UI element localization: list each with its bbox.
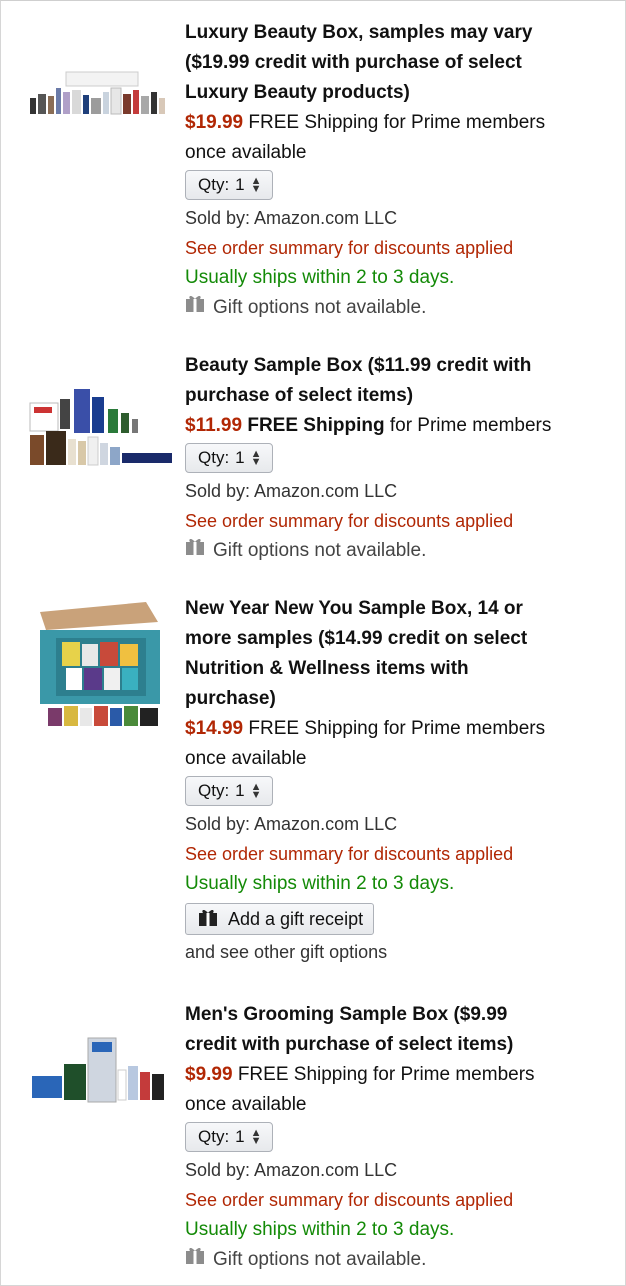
product-title[interactable]: Luxury Beauty products)	[185, 78, 615, 108]
product-title[interactable]: Men's Grooming Sample Box ($9.99	[185, 1000, 615, 1030]
quantity-dropdown[interactable]: Qty: 1 ▲ ▼	[185, 443, 273, 473]
gift-status-text: Gift options not available.	[213, 540, 427, 561]
price: $9.99	[185, 1064, 233, 1085]
shipping-suffix: for Prime members	[367, 1064, 535, 1085]
qty-label: Qty:	[198, 781, 230, 800]
sold-by: Sold by: Amazon.com LLC	[185, 481, 398, 501]
product-title[interactable]: purchase)	[185, 684, 615, 714]
price-shipping: $11.99 FREE Shipping for Prime members	[185, 411, 615, 441]
shipping-label: FREE Shipping	[248, 718, 379, 739]
discount-note: See order summary for discounts applied	[185, 511, 514, 531]
qty-value: 1	[235, 781, 245, 800]
shipping-label: FREE Shipping	[248, 112, 379, 133]
shipping-label: FREE Shipping	[237, 1064, 368, 1085]
product-title[interactable]: Luxury Beauty Box, samples may vary	[185, 18, 615, 48]
gift-button-label: Add a gift receipt	[228, 908, 364, 929]
gift-status: Gift options not available.	[185, 1245, 615, 1275]
price-shipping: $14.99 FREE Shipping for Prime members	[185, 714, 615, 744]
item-details: Luxury Beauty Box, samples may vary ($19…	[185, 18, 615, 323]
discount-note: See order summary for discounts applied	[185, 1190, 514, 1210]
updown-arrows-icon: ▲ ▼	[250, 175, 262, 195]
gift-icon	[198, 907, 218, 932]
qty-label: Qty:	[198, 175, 230, 194]
availability: Usually ships within 2 to 3 days.	[185, 873, 455, 894]
shipping-note: once available	[185, 748, 307, 769]
sold-by: Sold by: Amazon.com LLC	[185, 208, 398, 228]
shipping-suffix: for Prime members	[378, 112, 546, 133]
price: $19.99	[185, 112, 244, 133]
shipping-note: once available	[185, 1094, 307, 1115]
qty-label: Qty:	[198, 448, 230, 467]
product-title[interactable]: Nutrition & Wellness items with	[185, 654, 615, 684]
product-title[interactable]: purchase of select items)	[185, 381, 615, 411]
product-image[interactable]	[26, 68, 176, 138]
sold-by: Sold by: Amazon.com LLC	[185, 814, 398, 834]
product-title[interactable]: more samples ($14.99 credit on select	[185, 624, 615, 654]
product-title[interactable]: ($19.99 credit with purchase of select	[185, 48, 615, 78]
shipping-label: FREE Shipping	[247, 415, 385, 436]
item-details: New Year New You Sample Box, 14 or more …	[185, 594, 615, 967]
product-title[interactable]: Beauty Sample Box ($11.99 credit with	[185, 351, 615, 381]
sold-by: Sold by: Amazon.com LLC	[185, 1160, 398, 1180]
gift-icon	[185, 293, 205, 323]
updown-arrows-icon: ▲ ▼	[250, 1127, 262, 1147]
gift-status-text: Gift options not available.	[213, 1249, 427, 1270]
shipping-suffix: for Prime members	[378, 718, 546, 739]
add-gift-receipt-button[interactable]: Add a gift receipt	[185, 903, 375, 935]
availability: Usually ships within 2 to 3 days.	[185, 267, 455, 288]
gift-icon	[185, 536, 205, 566]
price-shipping: $19.99 FREE Shipping for Prime members	[185, 108, 615, 138]
quantity-dropdown[interactable]: Qty: 1 ▲ ▼	[185, 170, 273, 200]
quantity-dropdown[interactable]: Qty: 1 ▲ ▼	[185, 1122, 273, 1152]
item-details: Beauty Sample Box ($11.99 credit with pu…	[185, 351, 615, 566]
price: $14.99	[185, 718, 244, 739]
gift-options-note: and see other gift options	[185, 942, 388, 962]
qty-value: 1	[235, 175, 245, 194]
product-title[interactable]: New Year New You Sample Box, 14 or	[185, 594, 615, 624]
shipping-suffix: for Prime members	[384, 415, 552, 436]
gift-status: Gift options not available.	[185, 293, 615, 323]
price: $11.99	[185, 415, 243, 436]
discount-note: See order summary for discounts applied	[185, 844, 514, 864]
price-shipping: $9.99 FREE Shipping for Prime members	[185, 1060, 615, 1090]
gift-status-text: Gift options not available.	[213, 297, 427, 318]
updown-arrows-icon: ▲ ▼	[250, 781, 262, 801]
qty-value: 1	[235, 1127, 245, 1146]
quantity-dropdown[interactable]: Qty: 1 ▲ ▼	[185, 776, 273, 806]
gift-icon	[185, 1245, 205, 1275]
gift-status: Gift options not available.	[185, 536, 615, 566]
product-image[interactable]	[26, 381, 176, 471]
item-details: Men's Grooming Sample Box ($9.99 credit …	[185, 1000, 615, 1275]
qty-value: 1	[235, 448, 245, 467]
shipping-note: once available	[185, 142, 307, 163]
product-title[interactable]: credit with purchase of select items)	[185, 1030, 615, 1060]
availability: Usually ships within 2 to 3 days.	[185, 1219, 455, 1240]
product-image[interactable]	[26, 602, 176, 734]
discount-note: See order summary for discounts applied	[185, 238, 514, 258]
updown-arrows-icon: ▲ ▼	[250, 448, 262, 468]
product-image[interactable]	[26, 1030, 176, 1120]
qty-label: Qty:	[198, 1127, 230, 1146]
